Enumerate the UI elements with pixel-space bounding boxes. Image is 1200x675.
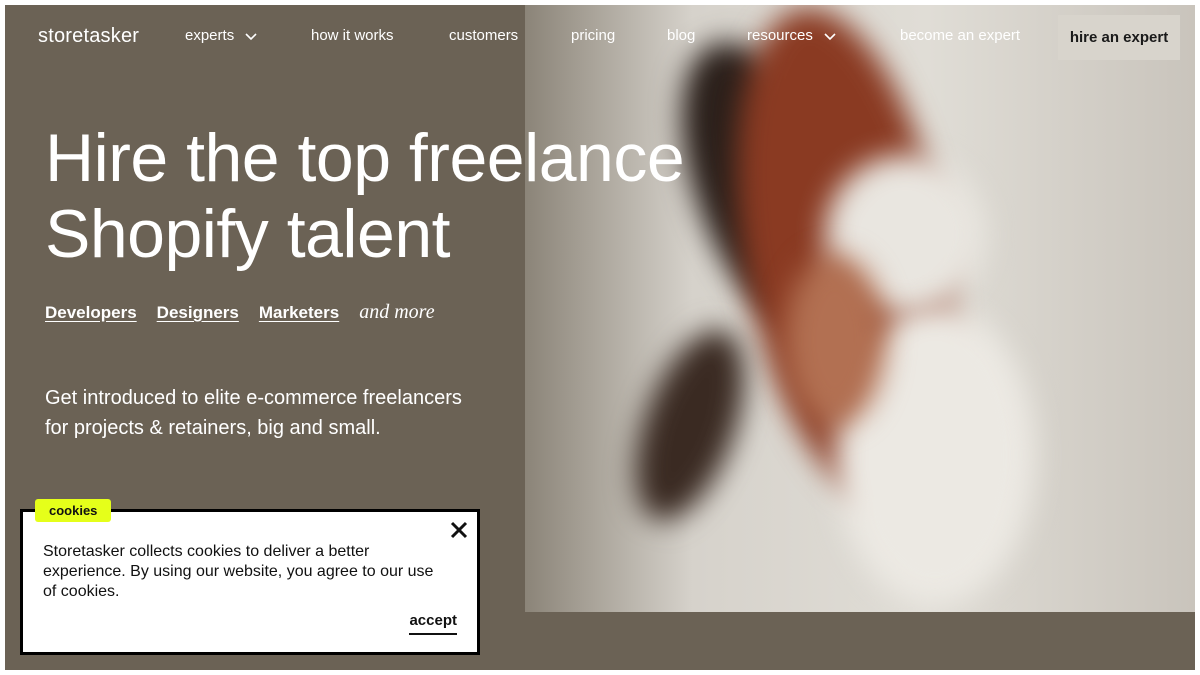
link-marketers[interactable]: Marketers	[259, 303, 339, 323]
nav-blog-label: blog	[667, 27, 696, 44]
nav-become-expert[interactable]: become an expert	[900, 27, 1020, 44]
nav-how-it-works-label: how it works	[311, 27, 394, 44]
nav-experts-label: experts	[185, 27, 235, 44]
hero-headline: Hire the top freelance Shopify talent	[45, 120, 685, 272]
close-icon[interactable]	[449, 520, 469, 540]
cookie-text: Storetasker collects cookies to deliver …	[43, 543, 434, 600]
hero-image	[525, 5, 1195, 612]
nav-how-it-works[interactable]: how it works	[311, 27, 394, 44]
nav-blog[interactable]: blog	[667, 27, 695, 44]
nav-customers[interactable]: customers	[449, 27, 518, 44]
nav-customers-label: customers	[449, 27, 519, 44]
cookie-tag: cookies	[35, 499, 112, 522]
accept-button[interactable]: accept	[409, 612, 457, 635]
nav-pricing[interactable]: pricing	[571, 27, 615, 44]
nav-experts[interactable]: experts	[185, 27, 258, 44]
chevron-down-icon	[245, 32, 257, 40]
nav-resources[interactable]: resources	[747, 27, 837, 44]
headline-line-1: Hire the top freelance	[45, 120, 685, 196]
nav-resources-label: resources	[747, 27, 813, 44]
nav-become-expert-label: become an expert	[900, 27, 1021, 44]
logo[interactable]: storetasker	[38, 25, 139, 48]
chevron-down-icon	[824, 32, 836, 40]
and-more-text: and more	[359, 301, 435, 323]
headline-line-2: Shopify talent	[45, 196, 451, 272]
category-links: Developers Designers Marketers and more	[45, 301, 435, 324]
hire-expert-button[interactable]: hire an expert	[1058, 15, 1180, 60]
nav-pricing-label: pricing	[571, 27, 616, 44]
hero-intro: Get introduced to elite e-commerce freel…	[45, 387, 462, 439]
link-designers[interactable]: Designers	[157, 303, 239, 323]
link-developers[interactable]: Developers	[45, 303, 137, 323]
cookie-banner: Storetasker collects cookies to deliver …	[20, 509, 480, 655]
